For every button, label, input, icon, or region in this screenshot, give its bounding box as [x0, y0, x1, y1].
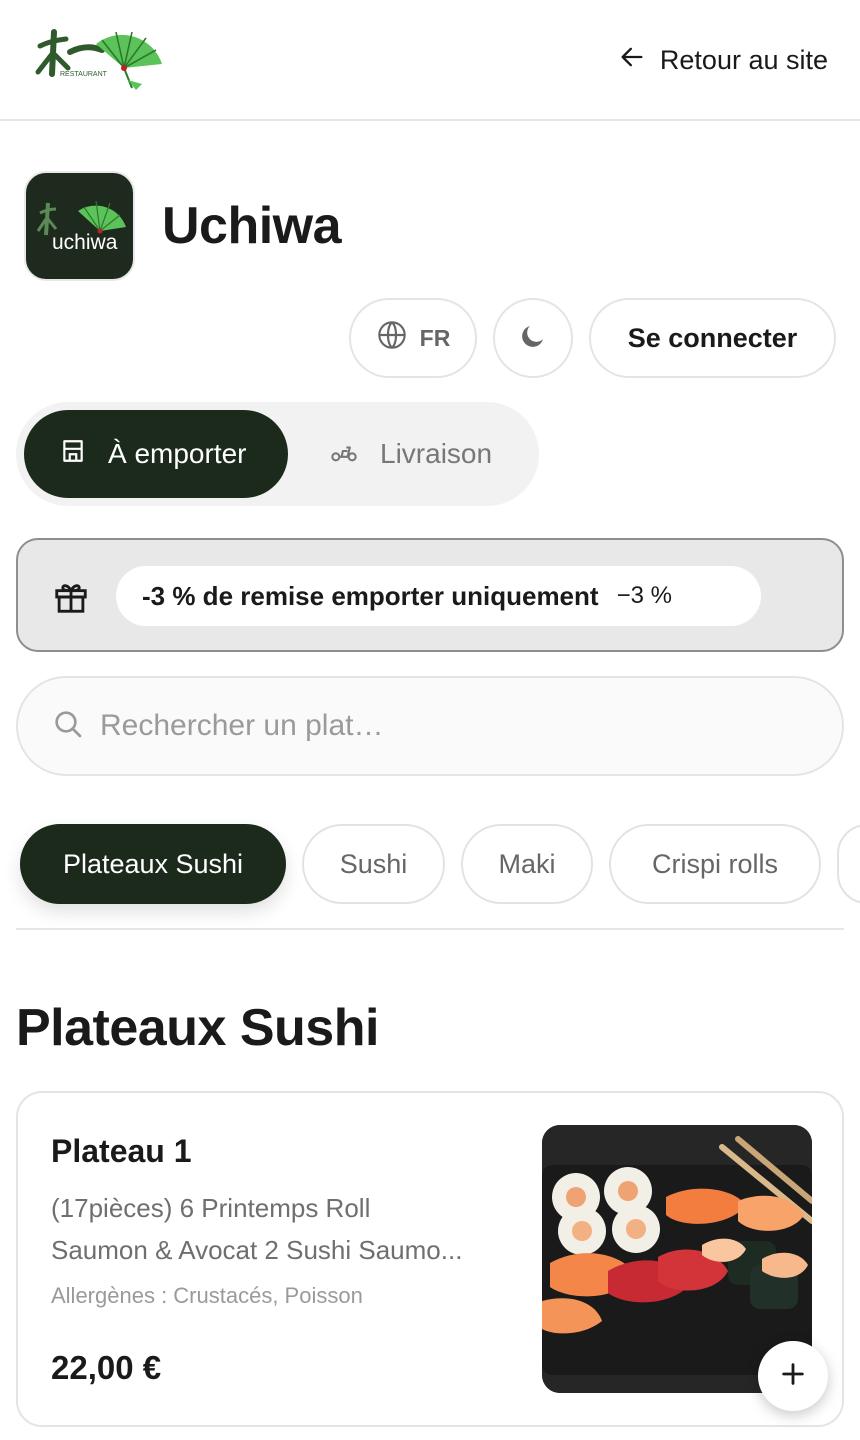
- product-name: Plateau 1: [51, 1133, 192, 1169]
- category-tab-sushi[interactable]: Sushi: [302, 824, 445, 904]
- gift-icon: [52, 578, 90, 616]
- login-button[interactable]: Se connecter: [589, 298, 836, 378]
- store-name: Uchiwa: [162, 197, 342, 255]
- promo-badge: −3 %: [616, 582, 672, 609]
- svg-text:uchiwa: uchiwa: [52, 231, 118, 254]
- language-code: FR: [419, 324, 451, 351]
- plus-icon: [779, 1360, 807, 1393]
- store-icon: [60, 438, 86, 471]
- theme-toggle[interactable]: [493, 298, 573, 378]
- promo-text: -3 % de remise emporter uniquement: [142, 580, 599, 611]
- globe-icon: [376, 319, 408, 357]
- category-divider: [16, 928, 844, 930]
- category-tab-crispi-rolls[interactable]: Crispi rolls: [609, 824, 821, 904]
- search-icon: [52, 708, 84, 745]
- section-title: Plateaux Sushi: [16, 999, 379, 1057]
- mode-delivery[interactable]: Livraison: [316, 410, 531, 498]
- add-to-cart-button[interactable]: [758, 1341, 828, 1411]
- mode-delivery-label: Livraison: [380, 438, 493, 469]
- product-description-line: (17pièces) 6 Printemps Roll: [51, 1193, 371, 1223]
- store-logo: uchiwa: [24, 171, 135, 281]
- restaurant-logo[interactable]: RESTAURANT: [32, 24, 168, 94]
- search-bar: [16, 676, 844, 776]
- product-description: (17pièces) 6 Printemps Roll Saumon & Avo…: [51, 1187, 511, 1271]
- mode-takeaway[interactable]: À emporter: [24, 410, 288, 498]
- scooter-icon: [330, 437, 358, 472]
- category-tab-plateaux-sushi[interactable]: Plateaux Sushi: [20, 824, 286, 904]
- category-tab-maki[interactable]: Maki: [461, 824, 593, 904]
- moon-icon: [518, 321, 548, 356]
- svg-text:RESTAURANT: RESTAURANT: [60, 71, 108, 78]
- product-allergens: Allergènes : Crustacés, Poisson: [51, 1283, 363, 1308]
- search-input[interactable]: [100, 709, 740, 743]
- promo-banner[interactable]: -3 % de remise emporter uniquement −3 %: [16, 538, 844, 652]
- order-mode-switch: À emporter Livraison: [16, 402, 539, 506]
- back-link-label: Retour au site: [659, 44, 828, 75]
- arrow-left-icon: [618, 43, 646, 78]
- promo-chip: -3 % de remise emporter uniquement −3 %: [116, 566, 761, 626]
- product-card[interactable]: Plateau 1 (17pièces) 6 Printemps Roll Sa…: [16, 1091, 844, 1427]
- top-bar: RESTAURANT Retour au site: [0, 0, 860, 121]
- language-selector[interactable]: FR: [349, 298, 477, 378]
- back-to-site-link[interactable]: Retour au site: [618, 40, 828, 80]
- product-price: 22,00 €: [51, 1349, 162, 1386]
- product-description-line: Saumon & Avocat 2 Sushi Saumo...: [51, 1235, 463, 1265]
- category-tab-more[interactable]: [837, 824, 860, 904]
- mode-takeaway-label: À emporter: [108, 438, 247, 469]
